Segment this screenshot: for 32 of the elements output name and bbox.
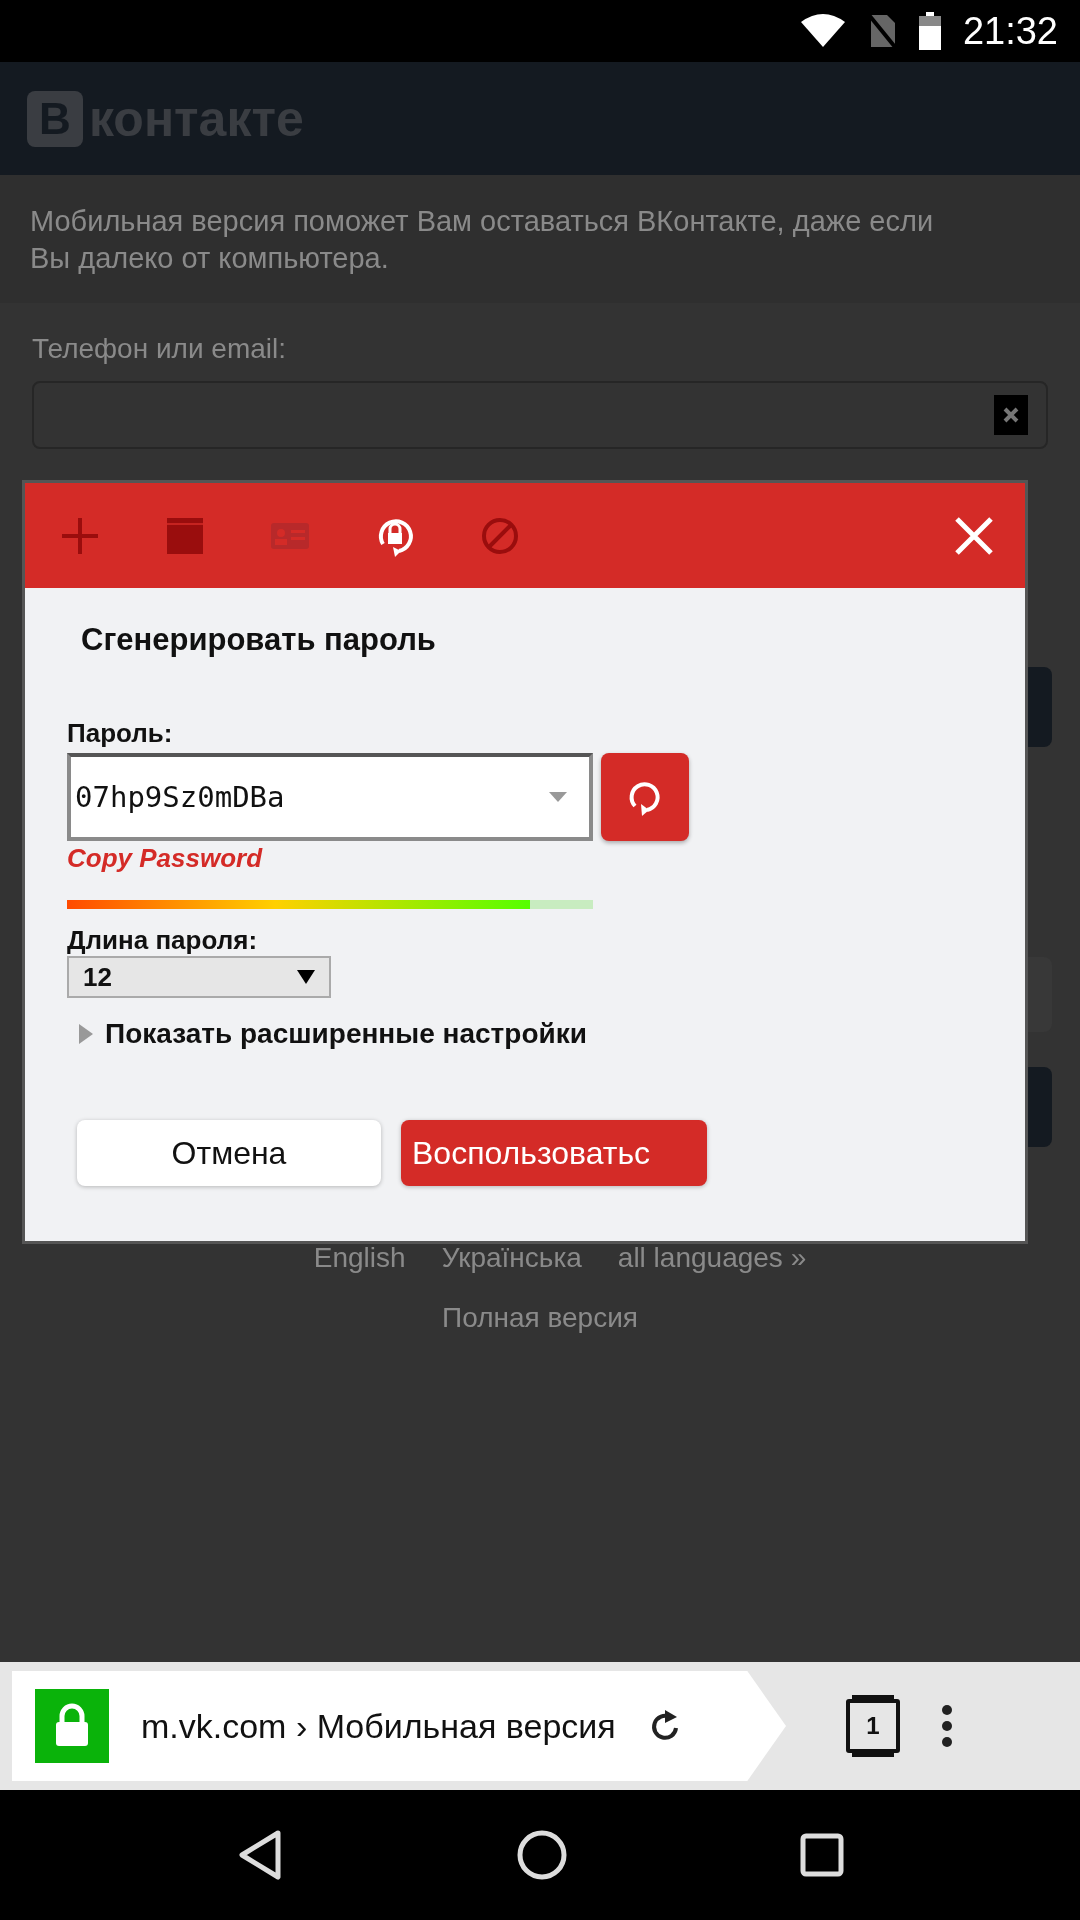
field-label: Телефон или email:: [32, 333, 288, 365]
length-label: Длина пароля:: [67, 925, 259, 956]
overflow-menu-icon[interactable]: [940, 1704, 954, 1748]
wifi-icon: [800, 14, 845, 48]
full-version-link[interactable]: Полная версия: [442, 1302, 638, 1334]
language-link[interactable]: English: [313, 1242, 406, 1274]
language-link[interactable]: all languages »: [617, 1242, 807, 1274]
disclosure-triangle-icon: [79, 1024, 93, 1044]
password-field[interactable]: 07hp9Sz0mDBa: [67, 753, 593, 841]
caret-icon: [297, 970, 315, 984]
close-icon[interactable]: [953, 514, 995, 557]
address-bar[interactable]: m.vk.com › Мобильная версия: [12, 1671, 786, 1781]
clock: 21:32: [962, 9, 1058, 53]
home-icon[interactable]: [516, 1829, 568, 1881]
regenerate-button[interactable]: [601, 753, 689, 841]
back-icon[interactable]: [236, 1829, 284, 1881]
copy-password-link[interactable]: Copy Password: [67, 843, 263, 874]
dialog-title: Сгенерировать пароль: [81, 622, 437, 658]
language-link[interactable]: Українська: [441, 1242, 582, 1274]
cancel-button[interactable]: Отмена: [77, 1120, 381, 1186]
login-field[interactable]: [32, 381, 1048, 449]
clear-icon[interactable]: [994, 395, 1028, 435]
intro-text: Мобильная версия поможет Вам оставаться ВКонтакте, даже если Вы далеко от компьютера.: [30, 204, 935, 276]
length-select[interactable]: 12: [67, 956, 331, 998]
lock-icon[interactable]: [35, 1689, 109, 1763]
password-label: Пароль:: [67, 718, 174, 749]
advanced-toggle[interactable]: Показать расширенные настройки: [79, 1018, 587, 1050]
battery-icon: [918, 12, 941, 50]
dropdown-arrow-icon[interactable]: [549, 792, 567, 802]
url-text[interactable]: m.vk.com › Мобильная версия: [141, 1706, 616, 1746]
use-button[interactable]: Воспользоватьс: [401, 1120, 707, 1186]
recents-icon[interactable]: [800, 1833, 844, 1877]
